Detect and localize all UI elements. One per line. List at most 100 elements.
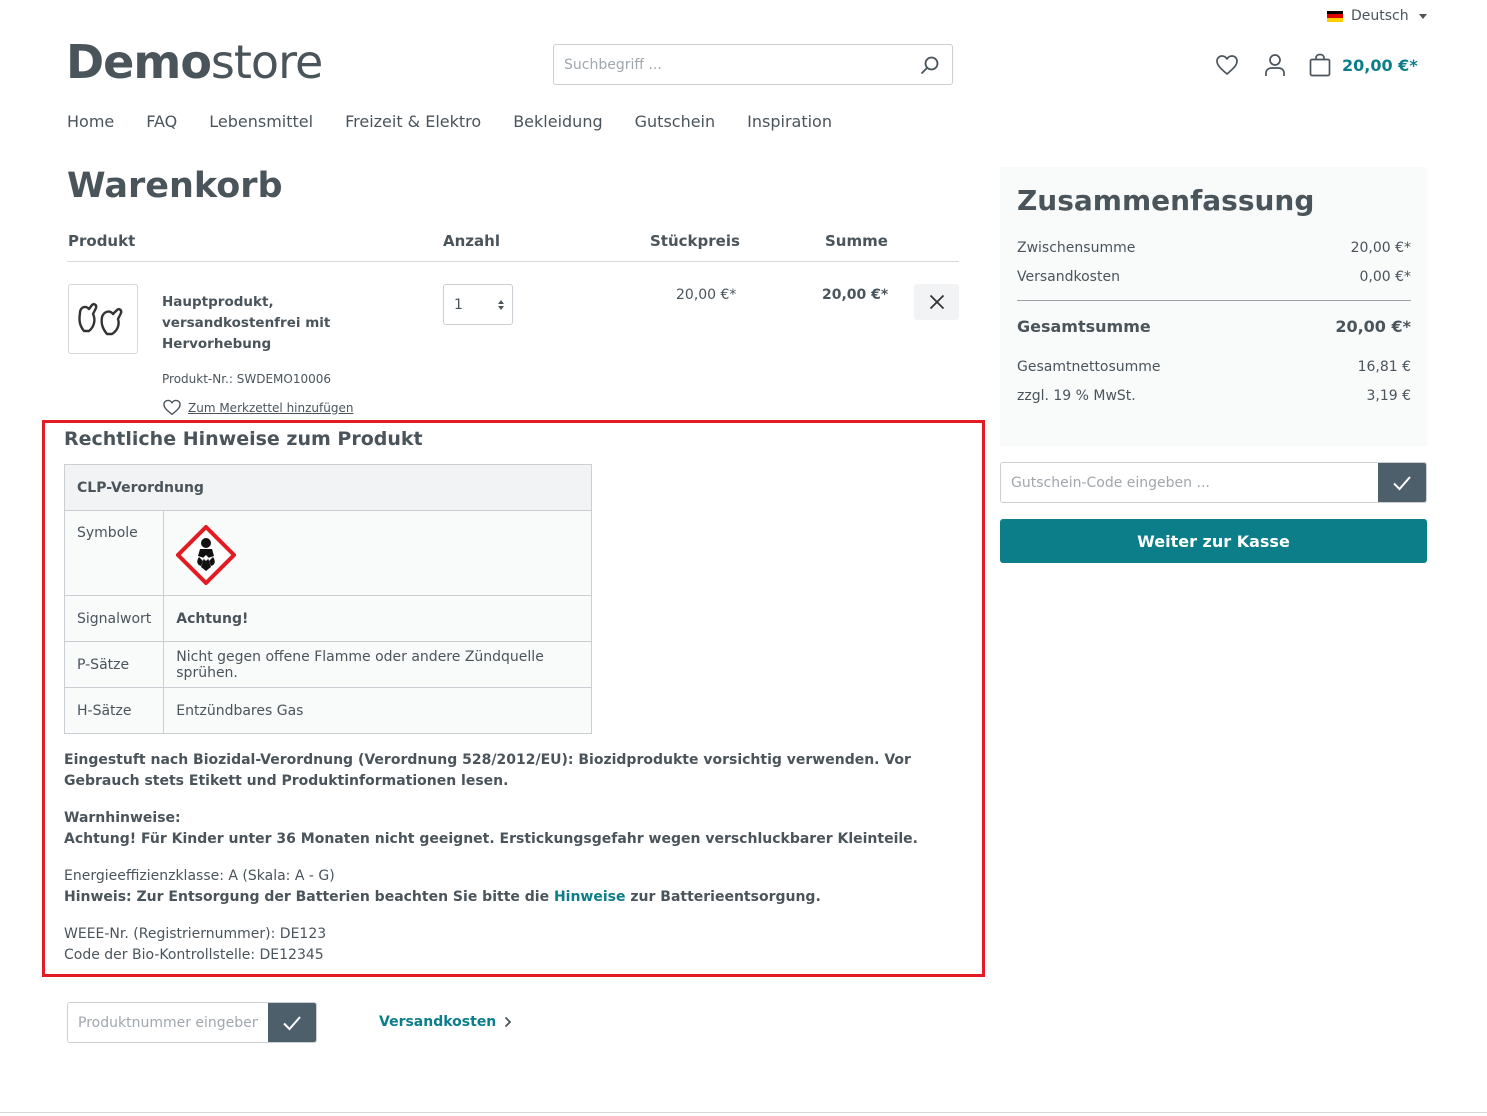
logo-bold: Demo: [66, 35, 212, 89]
bio-control-code: Code der Bio-Kontrollstelle: DE12345: [64, 947, 324, 963]
unit-price: 20,00 €*: [676, 287, 737, 303]
nav-item-faq[interactable]: FAQ: [146, 112, 177, 131]
user-icon: [1265, 54, 1285, 76]
remove-item-button[interactable]: [914, 284, 959, 320]
close-icon: [929, 294, 944, 310]
logo-light: store: [210, 35, 323, 89]
nav-item-gutschein[interactable]: Gutschein: [635, 112, 716, 131]
subtotal-row: Zwischensumme 20,00 €*: [1017, 240, 1411, 256]
product-number: Produkt-Nr.: SWDEMO10006: [162, 372, 332, 386]
coupon-form: [1000, 462, 1427, 503]
clp-table: CLP-Verordnung Symbole Signalwort Achtun…: [63, 464, 592, 734]
nav-item-bekleidung[interactable]: Bekleidung: [513, 112, 602, 131]
search-icon: [921, 56, 939, 74]
column-header-product: Produkt: [68, 232, 136, 250]
search-button[interactable]: [908, 45, 952, 84]
cart-button[interactable]: 20,00 €*: [1308, 53, 1418, 77]
row-label: Signalwort: [63, 595, 165, 642]
quantity-select[interactable]: 1: [443, 284, 513, 325]
heart-icon: [163, 399, 181, 416]
tax-row: zzgl. 19 % MwSt. 3,19 €: [1017, 388, 1411, 404]
total-row: Gesamtsumme 20,00 €*: [1017, 317, 1411, 336]
net-label: Gesamtnettosumme: [1017, 359, 1161, 375]
header-divider: [67, 261, 959, 262]
add-product-form: [67, 1002, 317, 1043]
battery-text-pre: Hinweis: Zur Entsorgung der Batterien be…: [64, 889, 554, 905]
net-total-row: Gesamtnettosumme 16,81 €: [1017, 359, 1411, 375]
net-value: 16,81 €: [1357, 359, 1411, 375]
nav-item-home[interactable]: Home: [67, 112, 114, 131]
row-label: H-Sätze: [63, 687, 165, 734]
table-row: Signalwort Achtung!: [63, 595, 592, 642]
biocide-notice: Eingestuft nach Biozidal-Verordnung (Ver…: [64, 750, 964, 792]
table-row: H-Sätze Entzündbares Gas: [63, 687, 592, 734]
battery-text-post: zur Batterieentsorgung.: [625, 889, 821, 905]
warning-notice: Warnhinweise: Achtung! Für Kinder unter …: [64, 808, 964, 850]
caret-down-icon: [1418, 13, 1427, 19]
energy-battery-notice: Energieeffizienzklasse: A (Skala: A - G)…: [64, 866, 964, 908]
table-row: P-Sätze Nicht gegen offene Flamme oder a…: [63, 641, 592, 688]
column-header-sum: Summe: [825, 232, 888, 250]
chevron-right-icon: [505, 1016, 512, 1028]
account-button[interactable]: [1260, 50, 1290, 80]
health-hazard-icon: [175, 524, 238, 586]
column-header-unit-price: Stückpreis: [650, 232, 740, 250]
energy-class: Energieeffizienzklasse: A (Skala: A - G): [64, 868, 335, 884]
product-thumbnail[interactable]: [68, 284, 138, 354]
heart-icon: [1216, 55, 1238, 75]
nav-item-freizeit-elektro[interactable]: Freizeit & Elektro: [345, 112, 481, 131]
header-actions: 20,00 €*: [1212, 50, 1418, 80]
legal-notices-title: Rechtliche Hinweise zum Produkt: [64, 428, 423, 450]
shipping-value: 0,00 €*: [1359, 269, 1411, 285]
total-label: Gesamtsumme: [1017, 317, 1151, 336]
shopping-bag-icon: [1309, 53, 1331, 77]
store-logo[interactable]: Demostore: [66, 35, 323, 89]
quantity-value: 1: [454, 296, 463, 313]
search-bar: [553, 44, 953, 85]
checkmark-icon: [1393, 475, 1411, 490]
biocide-text: Eingestuft nach Biozidal-Verordnung (Ver…: [64, 752, 911, 789]
row-value: Achtung!: [163, 595, 592, 642]
total-value: 20,00 €*: [1335, 317, 1411, 336]
row-value: Entzündbares Gas: [163, 687, 592, 734]
shipping-link-label: Versandkosten: [379, 1014, 497, 1030]
clp-table-header: CLP-Verordnung: [64, 464, 592, 511]
german-flag-icon: [1327, 10, 1343, 22]
coupon-input[interactable]: [1001, 463, 1378, 502]
row-label: Symbole: [63, 510, 165, 596]
search-input[interactable]: [554, 45, 908, 84]
summary-title: Zusammenfassung: [1017, 184, 1315, 217]
battery-info-link[interactable]: Hinweise: [554, 889, 626, 905]
warning-title: Warnhinweise:: [64, 810, 181, 826]
main-navigation: Home FAQ Lebensmittel Freizeit & Elektro…: [67, 112, 832, 131]
shipping-costs-link[interactable]: Versandkosten: [379, 1014, 512, 1030]
add-to-wishlist-link[interactable]: Zum Merkzettel hinzufügen: [162, 399, 353, 416]
tax-value: 3,19 €: [1366, 388, 1411, 404]
shipping-label: Versandkosten: [1017, 269, 1120, 285]
shipping-row: Versandkosten 0,00 €*: [1017, 269, 1411, 285]
column-header-quantity: Anzahl: [443, 232, 500, 250]
table-row: Symbole: [63, 510, 592, 596]
tax-label: zzgl. 19 % MwSt.: [1017, 388, 1136, 404]
wishlist-button[interactable]: [1212, 50, 1242, 80]
subtotal-value: 20,00 €*: [1350, 240, 1411, 256]
checkout-button[interactable]: Weiter zur Kasse: [1000, 519, 1427, 563]
row-label: P-Sätze: [63, 641, 165, 688]
nav-item-lebensmittel[interactable]: Lebensmittel: [209, 112, 313, 131]
add-product-button[interactable]: [268, 1003, 316, 1042]
language-label: Deutsch: [1351, 8, 1409, 24]
warning-text: Achtung! Für Kinder unter 36 Monaten nic…: [64, 831, 918, 847]
cart-total: 20,00 €*: [1342, 55, 1418, 75]
row-value: [163, 510, 592, 596]
select-arrows-icon: [498, 299, 504, 310]
nav-item-inspiration[interactable]: Inspiration: [747, 112, 832, 131]
page-title: Warenkorb: [67, 166, 283, 206]
summary-divider: [1017, 300, 1411, 301]
language-selector[interactable]: Deutsch: [1327, 8, 1427, 24]
row-value: Nicht gegen offene Flamme oder andere Zü…: [163, 641, 592, 688]
product-name[interactable]: Hauptprodukt, versandkostenfrei mit Herv…: [162, 292, 362, 355]
footer-divider: [0, 1112, 1487, 1113]
product-number-input[interactable]: [68, 1003, 268, 1042]
checkmark-icon: [283, 1015, 301, 1030]
apply-coupon-button[interactable]: [1378, 463, 1426, 502]
